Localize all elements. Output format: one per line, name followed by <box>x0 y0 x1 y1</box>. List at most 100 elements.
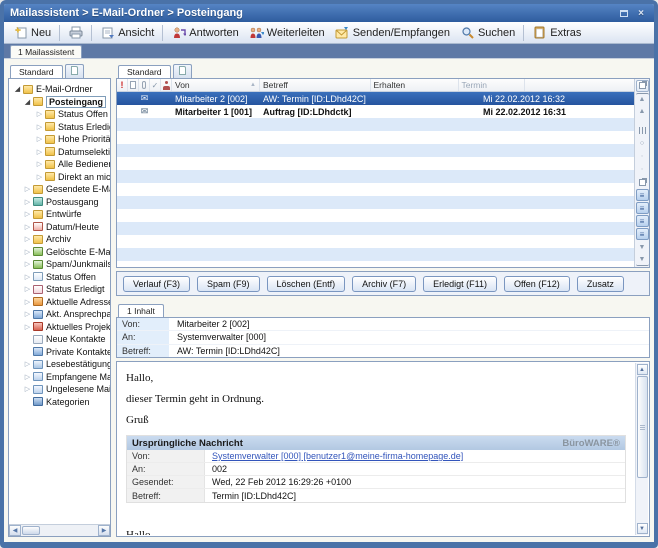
empty-row[interactable] <box>117 235 634 248</box>
empty-row[interactable] <box>117 261 634 267</box>
action-verlauf-f3[interactable]: Verlauf (F3) <box>123 276 190 292</box>
sidebar-new-view-tab[interactable] <box>65 64 84 78</box>
tree-item-neue-kontakte[interactable]: Neue Kontakte <box>11 333 110 346</box>
tree-item-entwürfe[interactable]: ▷Entwürfe <box>11 208 110 221</box>
reply-button[interactable]: Antworten <box>166 24 244 42</box>
search-button[interactable]: Suchen <box>455 24 520 42</box>
collapsed-arrow-icon[interactable]: ▷ <box>23 185 32 193</box>
collapsed-arrow-icon[interactable]: ▷ <box>35 123 44 131</box>
collapsed-arrow-icon[interactable]: ▷ <box>35 148 44 156</box>
collapsed-arrow-icon[interactable]: ▷ <box>23 235 32 243</box>
collapsed-arrow-icon[interactable]: ▷ <box>35 173 44 181</box>
column-priority[interactable]: ! <box>117 79 128 91</box>
sender-link[interactable]: Systemverwalter [000] [benutzer1@meine-f… <box>205 451 463 461</box>
tree-item-aktuelle-adresse[interactable]: ▷Aktuelle Adresse <box>11 296 110 309</box>
tree-item-akt-ansprechpartner[interactable]: ▷Akt. Ansprechpartner <box>11 308 110 321</box>
scroll-to-top-icon[interactable]: ▲ <box>636 93 649 105</box>
column-betreff[interactable]: Betreff <box>260 79 371 91</box>
extras-button[interactable]: Extras <box>527 24 586 42</box>
empty-row[interactable] <box>117 248 634 261</box>
copy-view-icon[interactable] <box>636 176 649 188</box>
tree-item-status-offen[interactable]: ▷Status Offen <box>11 108 110 121</box>
column-attachment[interactable] <box>139 79 150 91</box>
action-archiv-f7[interactable]: Archiv (F7) <box>352 276 416 292</box>
tree-item-status-offen[interactable]: ▷Status Offen <box>11 271 110 284</box>
collapsed-arrow-icon[interactable]: ▷ <box>23 285 32 293</box>
scroll-down-icon[interactable]: ▼ <box>636 241 649 253</box>
collapsed-arrow-icon[interactable]: ▷ <box>23 198 32 206</box>
view-mode-2-icon[interactable]: ≡ <box>636 202 649 214</box>
collapsed-arrow-icon[interactable]: ▷ <box>23 210 32 218</box>
tree-item-status-erledigt[interactable]: ▷Status Erledigt <box>11 121 110 134</box>
collapsed-arrow-icon[interactable]: ▷ <box>23 273 32 281</box>
empty-row[interactable] <box>117 222 634 235</box>
column-termin[interactable]: Termin <box>459 79 525 91</box>
mail-row-mitarbeiter-1-001[interactable]: ✉Mitarbeiter 1 [001]Auftrag [ID:LDhdctk]… <box>117 105 634 118</box>
scroll-thumb[interactable] <box>22 526 40 535</box>
sidebar-horizontal-scrollbar[interactable]: ◀ ▶ <box>9 524 110 536</box>
tree-item-aktuelles-projekt[interactable]: ▷Aktuelles Projekt <box>11 321 110 334</box>
tree-item-ungelesene-mails[interactable]: ▷Ungelesene Mails <box>11 383 110 396</box>
collapsed-arrow-icon[interactable]: ▷ <box>23 323 32 331</box>
list-new-view-tab[interactable] <box>173 64 192 78</box>
mail-row-mitarbeiter-2-002[interactable]: ✉Mitarbeiter 2 [002]AW: Termin [ID:LDhd4… <box>117 92 634 105</box>
action-offen-f12[interactable]: Offen (F12) <box>504 276 570 292</box>
tree-item-status-erledigt[interactable]: ▷Status Erledigt <box>11 283 110 296</box>
empty-row[interactable] <box>117 183 634 196</box>
action-erledigt-f11[interactable]: Erledigt (F11) <box>423 276 497 292</box>
collapsed-arrow-icon[interactable]: ▷ <box>23 360 32 368</box>
collapsed-arrow-icon[interactable]: ▷ <box>23 248 32 256</box>
tree-item-direkt-an-mich[interactable]: ▷Direkt an mich <box>11 171 110 184</box>
scroll-up-icon[interactable]: ▲ <box>637 364 648 375</box>
print-button[interactable] <box>63 24 88 42</box>
expanded-arrow-icon[interactable]: ◢ <box>13 85 22 93</box>
view-mode-4-icon[interactable]: ≡ <box>636 228 649 240</box>
columns-icon[interactable] <box>636 125 649 137</box>
column-contact[interactable] <box>161 79 172 91</box>
tree-item-empfangene-mails[interactable]: ▷Empfangene Mails <box>11 371 110 384</box>
tab-inhalt[interactable]: 1 Inhalt <box>118 304 164 317</box>
tree-item-private-kontakte[interactable]: Private Kontakte <box>11 346 110 359</box>
view-button[interactable]: Ansicht <box>95 24 159 42</box>
forward-button[interactable]: Weiterleiten <box>244 24 330 42</box>
tree-item-spam-junkmails[interactable]: ▷Spam/Junkmails <box>11 258 110 271</box>
empty-row[interactable] <box>117 131 634 144</box>
empty-row[interactable] <box>117 170 634 183</box>
tree-item-lesebestätigungen[interactable]: ▷Lesebestätigungen <box>11 358 110 371</box>
new-button[interactable]: Neu <box>8 24 56 42</box>
tree-item-alle-bediener[interactable]: ▷Alle Bediener <box>11 158 110 171</box>
tree-item-e-mail-ordner[interactable]: ◢E-Mail-Ordner <box>11 83 110 96</box>
tree-item-archiv[interactable]: ▷Archiv <box>11 233 110 246</box>
action-löschen-entf[interactable]: Löschen (Entf) <box>267 276 346 292</box>
view-mode-3-icon[interactable]: ≡ <box>636 215 649 227</box>
expanded-arrow-icon[interactable]: ◢ <box>23 98 32 106</box>
sidebar-tab-standard[interactable]: Standard <box>10 65 63 78</box>
body-scrollbar[interactable]: ▲ ▼ <box>635 363 648 535</box>
collapsed-arrow-icon[interactable]: ▷ <box>23 298 32 306</box>
column-erhalten[interactable]: Erhalten <box>371 79 459 91</box>
tree-item-gelöschte-e-mails[interactable]: ▷Gelöschte E-Mails <box>11 246 110 259</box>
filter-icon[interactable]: ▫ <box>636 151 649 163</box>
collapsed-arrow-icon[interactable]: ▷ <box>35 160 44 168</box>
collapsed-arrow-icon[interactable]: ▷ <box>23 310 32 318</box>
tree-item-datum-heute[interactable]: ▷Datum/Heute <box>11 221 110 234</box>
column-von[interactable]: Von▲ <box>172 79 260 91</box>
empty-row[interactable] <box>117 144 634 157</box>
collapsed-arrow-icon[interactable]: ▷ <box>35 110 44 118</box>
scroll-down-icon[interactable]: ▼ <box>637 523 648 534</box>
scroll-thumb[interactable] <box>637 376 648 478</box>
tree-item-postausgang[interactable]: ▷Postausgang <box>11 196 110 209</box>
empty-row[interactable] <box>117 209 634 222</box>
tab-mailassistent[interactable]: 1 Mailassistent <box>10 45 82 58</box>
quick-search-icon[interactable]: ○ <box>636 138 649 150</box>
collapsed-arrow-icon[interactable]: ▷ <box>23 223 32 231</box>
view-mode-1-icon[interactable]: ≡ <box>636 189 649 201</box>
collapsed-arrow-icon[interactable]: ▷ <box>23 373 32 381</box>
group-icon[interactable]: ▫ <box>636 164 649 176</box>
restore-button[interactable] <box>617 7 631 20</box>
tree-item-hohe-priorität[interactable]: ▷Hohe Priorität <box>11 133 110 146</box>
action-zusatz[interactable]: Zusatz <box>577 276 624 292</box>
column-options-icon[interactable] <box>636 80 649 92</box>
scroll-up-icon[interactable]: ▲ <box>636 106 649 118</box>
list-tab-standard[interactable]: Standard <box>118 65 171 78</box>
